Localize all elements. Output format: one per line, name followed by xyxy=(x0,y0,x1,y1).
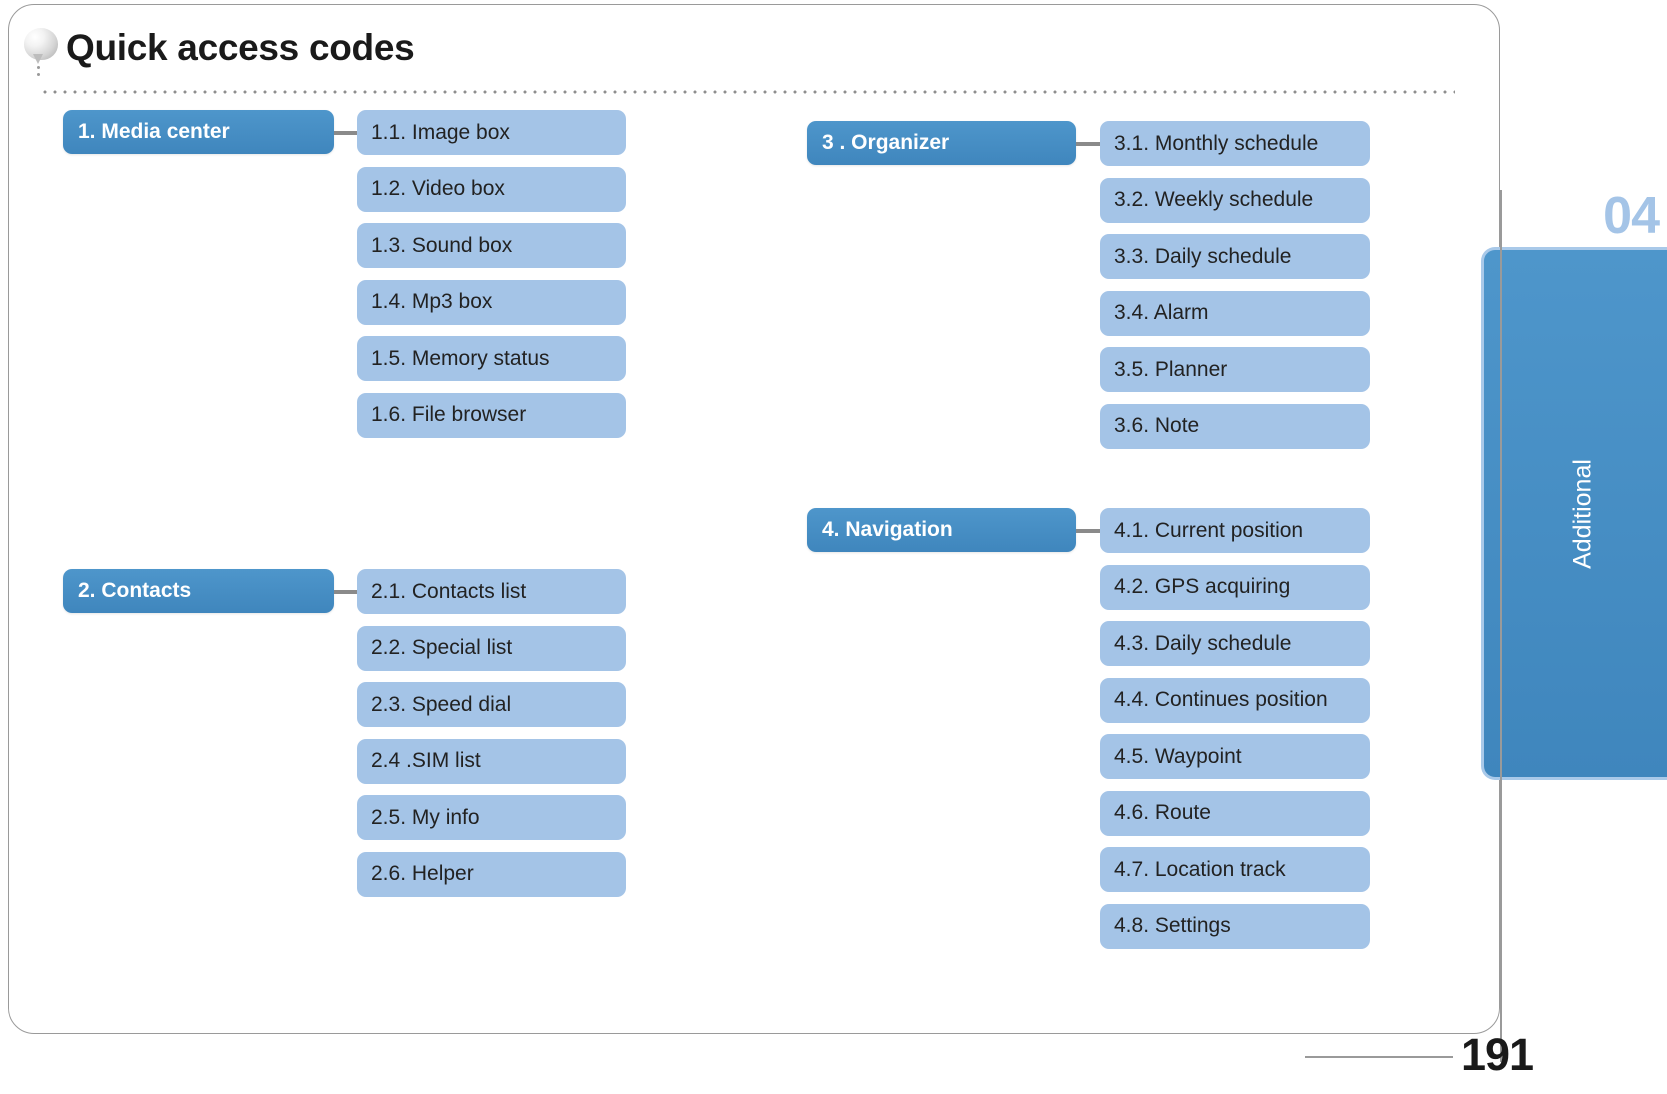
speech-bubble-tail xyxy=(33,54,43,64)
tree-node-head-media-center[interactable]: 1. Media center xyxy=(63,110,334,154)
tree-leaf-item[interactable]: 4.2. GPS acquiring xyxy=(1100,564,1370,610)
tree-leaf-item[interactable]: 4.4. Continues position xyxy=(1100,677,1370,723)
tree-leaf-item[interactable]: 3.4. Alarm xyxy=(1100,290,1370,336)
tree-leaf-item[interactable]: 3.2. Weekly schedule xyxy=(1100,177,1370,223)
tree-leaf-item[interactable]: 3.3. Daily schedule xyxy=(1100,234,1370,279)
tree-leaf-item[interactable]: 2.5. My info xyxy=(357,795,626,840)
tree-leaf-item[interactable]: 4.5. Waypoint xyxy=(1100,734,1370,779)
tree-connector-media-center xyxy=(334,131,357,135)
footer-vertical-rule xyxy=(1500,190,1502,1062)
chapter-side-tab[interactable]: Additional xyxy=(1481,247,1667,780)
page-number: 191 xyxy=(1461,1029,1534,1080)
page-title: Quick access codes xyxy=(66,26,415,68)
header-dotted-divider xyxy=(40,90,1455,94)
tree-leaf-item[interactable]: 2.4 .SIM list xyxy=(357,738,626,784)
tree-leaf-item[interactable]: 4.3. Daily schedule xyxy=(1100,621,1370,666)
speech-bubble-dot-1 xyxy=(37,66,40,69)
chapter-number: 04 xyxy=(1603,187,1660,245)
tree-node-head-navigation[interactable]: 4. Navigation xyxy=(807,508,1076,552)
speech-bubble-dot-2 xyxy=(37,73,40,76)
tree-connector-contacts xyxy=(334,590,357,594)
tree-leaf-item[interactable]: 1.3. Sound box xyxy=(357,223,626,268)
tree-leaf-item[interactable]: 4.8. Settings xyxy=(1100,903,1370,949)
tree-leaf-item[interactable]: 2.1. Contacts list xyxy=(357,569,626,614)
tree-leaf-item[interactable]: 3.5. Planner xyxy=(1100,347,1370,392)
tree-leaf-item[interactable]: 1.5. Memory status xyxy=(357,336,626,381)
tree-connector-organizer xyxy=(1076,142,1100,146)
footer-horizontal-rule xyxy=(1305,1056,1453,1058)
speech-bubble-icon xyxy=(24,26,62,76)
tree-leaf-item[interactable]: 1.6. File browser xyxy=(357,392,626,438)
tree-leaf-item[interactable]: 4.6. Route xyxy=(1100,790,1370,836)
tree-node-head-contacts[interactable]: 2. Contacts xyxy=(63,569,334,613)
tree-leaf-item[interactable]: 1.4. Mp3 box xyxy=(357,279,626,325)
page-header: Quick access codes xyxy=(24,26,415,76)
tree-leaf-item[interactable]: 4.7. Location track xyxy=(1100,847,1370,892)
tree-leaf-item[interactable]: 3.6. Note xyxy=(1100,403,1370,449)
manual-page: Quick access codes 1. Media center 1.1. I… xyxy=(0,0,1667,1094)
tree-leaf-item[interactable]: 2.3. Speed dial xyxy=(357,682,626,727)
chapter-side-tab-label: Additional xyxy=(1568,458,1596,569)
tree-leaf-item[interactable]: 1.1. Image box xyxy=(357,110,626,155)
tree-leaf-item[interactable]: 2.6. Helper xyxy=(357,851,626,897)
tree-leaf-item[interactable]: 1.2. Video box xyxy=(357,166,626,212)
tree-connector-navigation xyxy=(1076,529,1100,533)
tree-leaf-item[interactable]: 3.1. Monthly schedule xyxy=(1100,121,1370,166)
tree-node-head-organizer[interactable]: 3 . Organizer xyxy=(807,121,1076,165)
tree-leaf-item[interactable]: 2.2. Special list xyxy=(357,625,626,671)
tree-leaf-item[interactable]: 4.1. Current position xyxy=(1100,508,1370,553)
